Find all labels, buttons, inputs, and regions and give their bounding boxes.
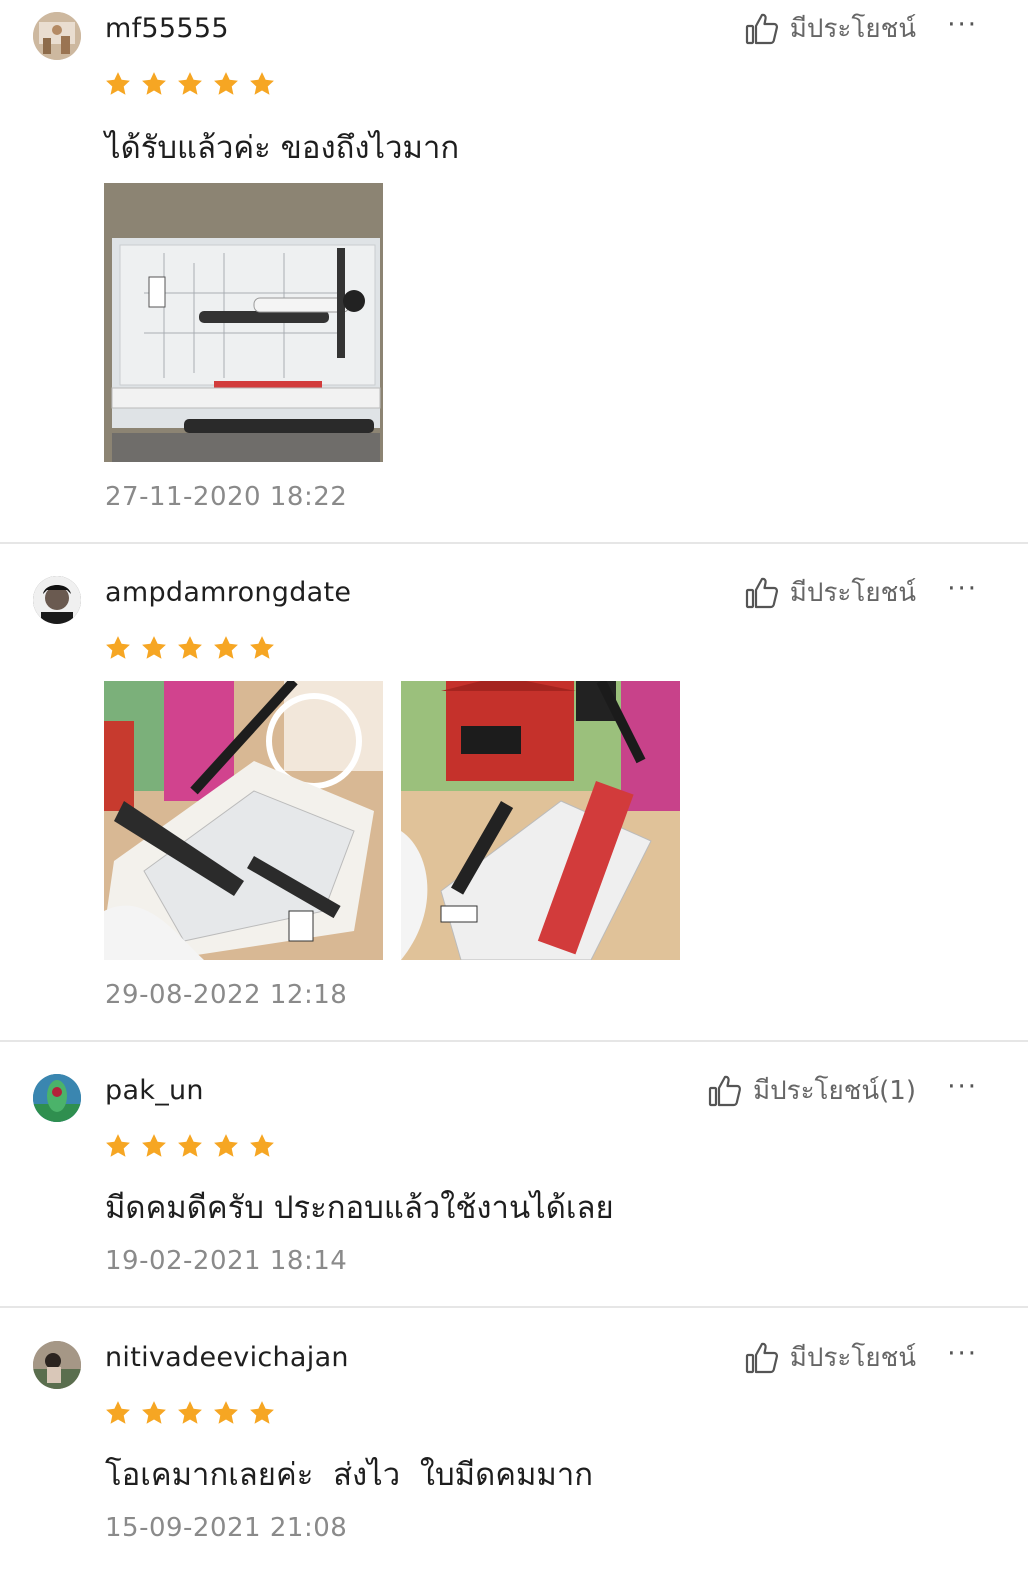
star-icon bbox=[248, 70, 276, 98]
username[interactable]: nitivadeevichajan bbox=[105, 1342, 349, 1373]
helpful-label: มีประโยชน์ bbox=[789, 1343, 916, 1373]
thumbs-up-icon bbox=[707, 1073, 743, 1109]
more-options-button[interactable]: ··· bbox=[947, 1072, 978, 1102]
review-comment: โอเคมากเลยค่ะ ส่งไว ใบมีดคมมาก bbox=[105, 1457, 593, 1493]
username[interactable]: pak_un bbox=[105, 1075, 204, 1106]
star-icon bbox=[140, 634, 168, 662]
username[interactable]: mf55555 bbox=[105, 13, 229, 44]
review-photo[interactable] bbox=[104, 681, 383, 960]
star-icon bbox=[248, 1132, 276, 1160]
thumbs-up-icon bbox=[744, 1340, 780, 1376]
review-timestamp: 15-09-2021 21:08 bbox=[105, 1513, 348, 1543]
divider bbox=[0, 542, 1028, 544]
star-icon bbox=[104, 1399, 132, 1427]
helpful-button[interactable]: มีประโยชน์(1) bbox=[707, 1070, 916, 1111]
star-rating bbox=[104, 1132, 276, 1160]
star-icon bbox=[104, 1132, 132, 1160]
star-icon bbox=[212, 634, 240, 662]
review-timestamp: 27-11-2020 18:22 bbox=[105, 482, 348, 512]
review-comment: ได้รับแล้วค่ะ ของถึงไวมาก bbox=[105, 130, 460, 166]
thumbs-up-icon bbox=[744, 575, 780, 611]
review-comment: มีดคมดีครับ ประกอบแล้วใช้งานได้เลย bbox=[105, 1190, 614, 1226]
helpful-button[interactable]: มีประโยชน์ bbox=[744, 1337, 916, 1378]
review-photo[interactable] bbox=[104, 183, 383, 462]
star-icon bbox=[176, 1132, 204, 1160]
star-icon bbox=[140, 1132, 168, 1160]
star-icon bbox=[212, 1132, 240, 1160]
star-icon bbox=[140, 70, 168, 98]
thumbs-up-icon bbox=[744, 11, 780, 47]
avatar[interactable] bbox=[33, 1341, 81, 1389]
star-rating bbox=[104, 1399, 276, 1427]
star-rating bbox=[104, 634, 276, 662]
divider bbox=[0, 1306, 1028, 1308]
helpful-label: มีประโยชน์(1) bbox=[752, 1076, 916, 1106]
avatar[interactable] bbox=[33, 12, 81, 60]
divider bbox=[0, 1040, 1028, 1042]
more-options-button[interactable]: ··· bbox=[947, 574, 978, 604]
helpful-label: มีประโยชน์ bbox=[789, 14, 916, 44]
review-timestamp: 29-08-2022 12:18 bbox=[105, 980, 348, 1010]
star-icon bbox=[104, 634, 132, 662]
review-timestamp: 19-02-2021 18:14 bbox=[105, 1246, 348, 1276]
more-options-button[interactable]: ··· bbox=[947, 10, 978, 40]
review-photo[interactable] bbox=[401, 681, 680, 960]
avatar[interactable] bbox=[33, 1074, 81, 1122]
helpful-button[interactable]: มีประโยชน์ bbox=[744, 8, 916, 49]
more-options-button[interactable]: ··· bbox=[947, 1339, 978, 1369]
helpful-button[interactable]: มีประโยชน์ bbox=[744, 572, 916, 613]
avatar[interactable] bbox=[33, 576, 81, 624]
helpful-label: มีประโยชน์ bbox=[789, 578, 916, 608]
star-icon bbox=[212, 1399, 240, 1427]
star-icon bbox=[140, 1399, 168, 1427]
star-icon bbox=[176, 634, 204, 662]
star-icon bbox=[248, 634, 276, 662]
username[interactable]: ampdamrongdate bbox=[105, 577, 351, 608]
star-icon bbox=[176, 1399, 204, 1427]
star-icon bbox=[176, 70, 204, 98]
star-icon bbox=[212, 70, 240, 98]
star-icon bbox=[104, 70, 132, 98]
star-icon bbox=[248, 1399, 276, 1427]
star-rating bbox=[104, 70, 276, 98]
